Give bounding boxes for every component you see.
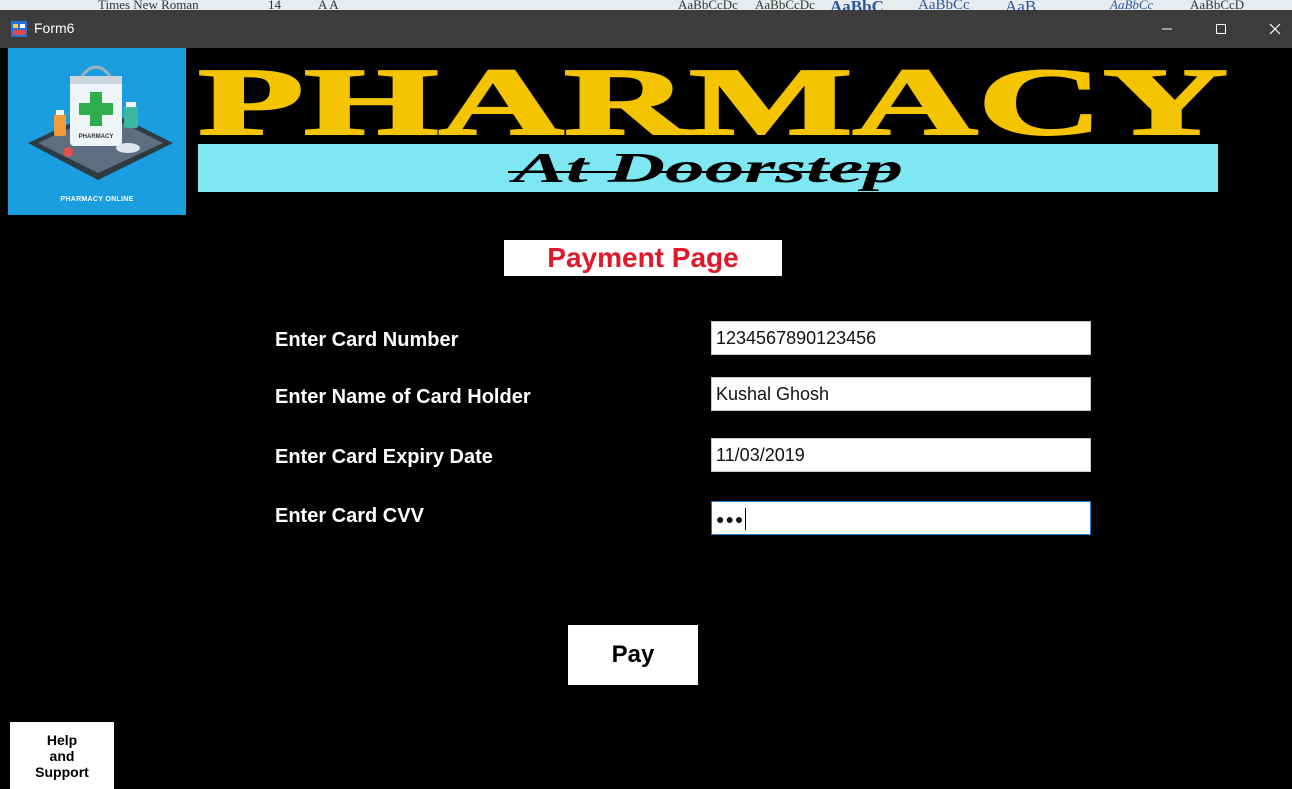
expiry-date-label: Enter Card Expiry Date <box>275 446 493 468</box>
card-number-field[interactable]: 1234567890123456 <box>711 321 1091 355</box>
help-and-support-button[interactable]: Help and Support <box>10 722 114 789</box>
cvv-masked-value: ●●● <box>716 511 745 527</box>
text-caret <box>745 508 747 531</box>
card-holder-label: Enter Name of Card Holder <box>275 386 531 408</box>
pharmacy-logo: PHARMACY PHARMACY ONLINE <box>8 48 186 215</box>
app-icon <box>11 21 27 37</box>
cvv-label: Enter Card CVV <box>275 505 424 527</box>
form-window: Form6 PHARMACY PHARMACY ONLINE PHARMACY … <box>0 10 1292 789</box>
card-number-label: Enter Card Number <box>275 329 459 351</box>
subtitle-text: At Doorstep <box>507 146 903 192</box>
cvv-field[interactable]: ●●● <box>711 501 1091 535</box>
close-icon <box>1269 23 1281 35</box>
card-holder-field[interactable]: Kushal Ghosh <box>711 377 1091 411</box>
expiry-date-field[interactable]: 11/03/2019 <box>711 438 1091 472</box>
banner-heading-graphic: PHARMACY <box>198 60 1229 144</box>
pharmacy-banner: PHARMACY At Doorstep <box>198 60 1238 205</box>
pharmacy-tablet-icon: PHARMACY <box>28 65 173 180</box>
window-title: Form6 <box>34 20 75 36</box>
minimize-button[interactable] <box>1144 10 1190 48</box>
maximize-icon <box>1216 24 1226 34</box>
form-client-area: PHARMACY PHARMACY ONLINE PHARMACY At Doo… <box>8 48 1292 789</box>
minimize-icon <box>1162 28 1172 30</box>
page-title: Payment Page <box>504 240 782 276</box>
close-button[interactable] <box>1252 10 1292 48</box>
logo-tag-text: PHARMACY <box>79 134 114 140</box>
subtitle-graphic: At Doorstep <box>507 146 903 192</box>
subtitle-bar: At Doorstep <box>198 144 1218 192</box>
pay-button[interactable]: Pay <box>568 625 698 685</box>
title-bar[interactable]: Form6 <box>0 10 1292 48</box>
logo-caption: PHARMACY ONLINE <box>60 196 134 203</box>
maximize-button[interactable] <box>1198 10 1244 48</box>
banner-heading: PHARMACY <box>198 60 1228 144</box>
